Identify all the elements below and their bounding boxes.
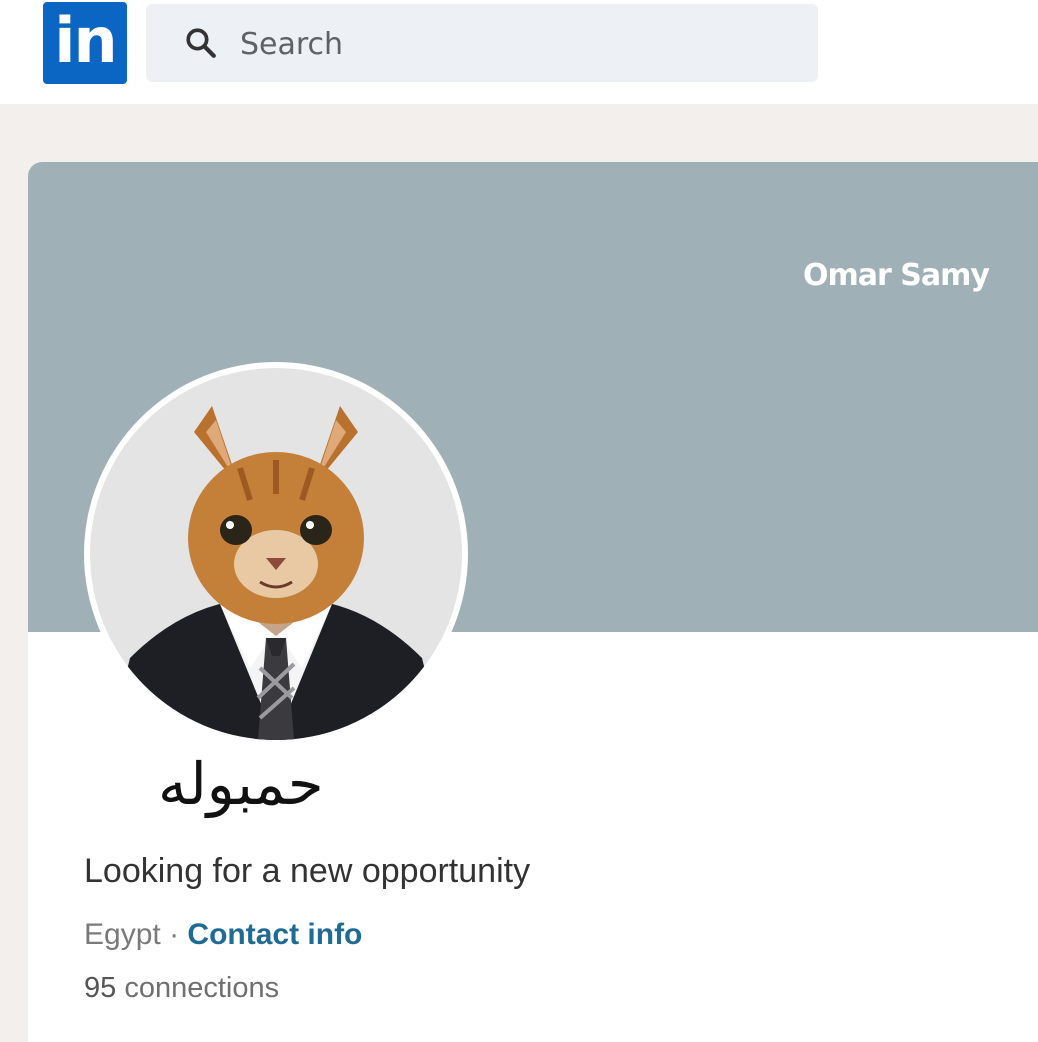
contact-info-link[interactable]: Contact info xyxy=(187,918,362,951)
search-icon xyxy=(186,28,216,58)
profile-headline: Looking for a new opportunity xyxy=(84,852,531,890)
profile-name: حمبوله xyxy=(158,750,324,818)
separator-dot: · xyxy=(169,918,180,951)
connections-number: 95 xyxy=(84,972,117,1004)
profile-location: Egypt xyxy=(84,918,161,951)
connections-label: connections xyxy=(124,972,280,1004)
search-input[interactable] xyxy=(238,20,802,68)
profile-card: Omar Samy حمبوله Looking for a new oppor… xyxy=(28,162,1038,1042)
location-line: Egypt · Contact info xyxy=(84,918,362,952)
avatar[interactable] xyxy=(84,362,468,746)
search-box[interactable] xyxy=(146,4,818,82)
connections-count[interactable]: 95 connections xyxy=(84,972,279,1005)
top-nav-bar: in xyxy=(0,0,1038,104)
cover-text: Omar Samy xyxy=(803,258,990,293)
linkedin-logo[interactable]: in xyxy=(43,2,127,84)
profile-photo xyxy=(90,368,462,740)
